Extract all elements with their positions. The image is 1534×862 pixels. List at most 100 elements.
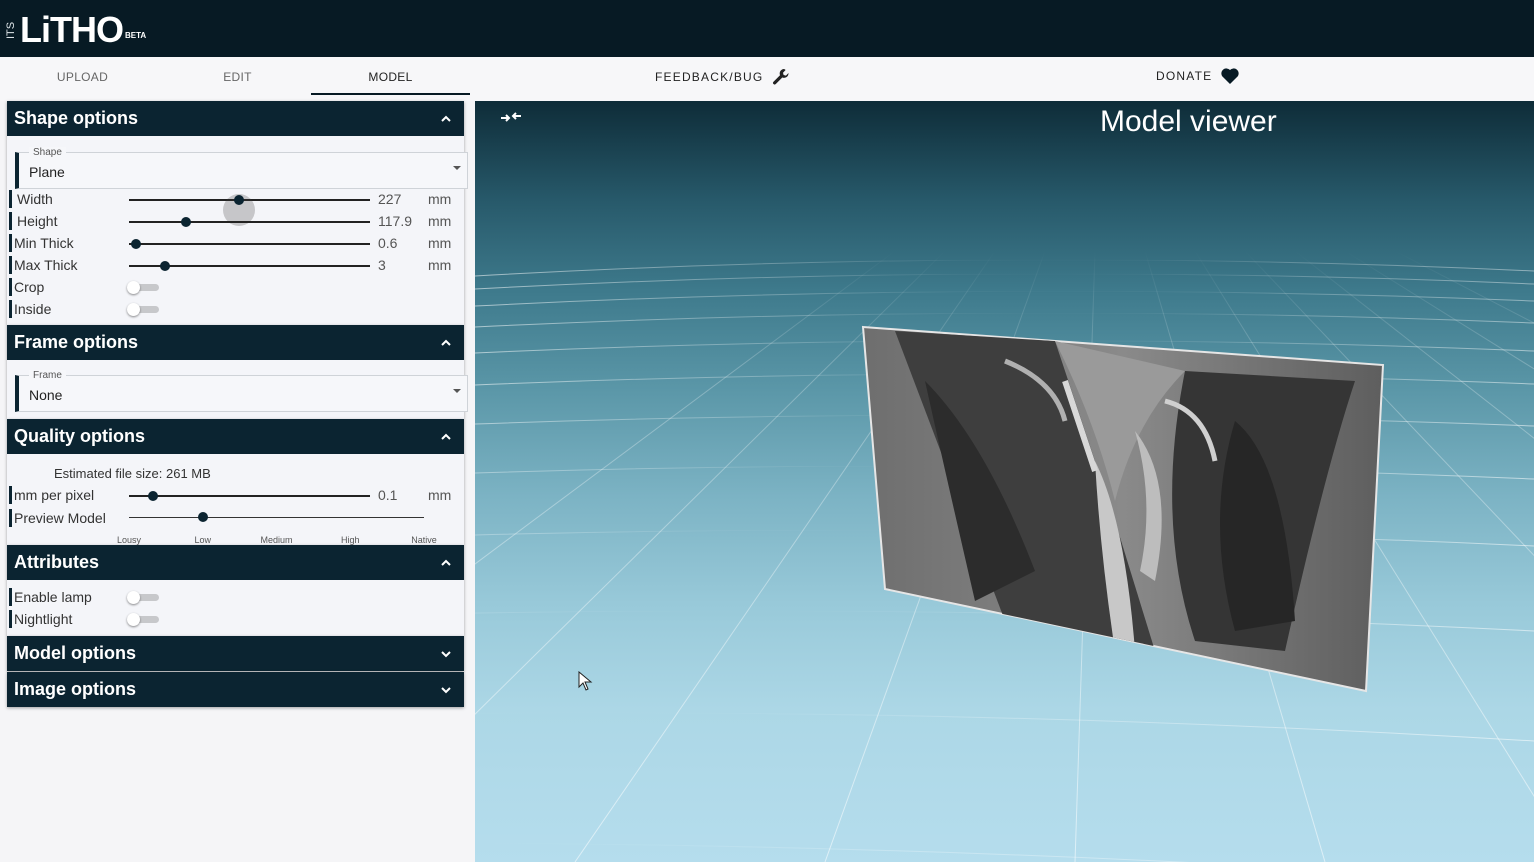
preview-model-slider-row: Preview Model Lousy Low Medium High Native — [7, 508, 464, 545]
feedback-label: FEEDBACK/BUG — [655, 70, 764, 84]
inside-toggle[interactable] — [127, 303, 159, 316]
min-thick-value: 0.6 — [378, 235, 398, 251]
logo-text: LiTHO — [20, 9, 124, 50]
max-thick-value: 3 — [378, 257, 386, 273]
row-accent — [9, 486, 12, 504]
row-accent — [9, 509, 12, 527]
mm-per-pixel-slider-thumb[interactable] — [148, 491, 159, 501]
mm-per-pixel-slider-row: mm per pixel 0.1 mm — [7, 485, 464, 507]
frame-select[interactable]: Frame None — [15, 370, 468, 412]
tab-model[interactable]: MODEL — [311, 57, 470, 95]
donate-link[interactable]: DONATE — [1156, 67, 1240, 85]
model-options-header[interactable]: Model options — [7, 636, 464, 671]
attributes-header[interactable]: Attributes — [7, 545, 464, 580]
chevron-down-icon[interactable] — [440, 672, 452, 721]
enable-lamp-toggle-row: Enable lamp — [7, 587, 464, 609]
quality-options-header[interactable]: Quality options — [7, 419, 464, 454]
quality-options-panel: Quality options Estimated file size: 261… — [7, 419, 464, 545]
chevron-down-icon — [453, 389, 461, 393]
crop-toggle-row: Crop — [7, 277, 464, 299]
image-options-header[interactable]: Image options — [7, 672, 464, 707]
model-viewer[interactable]: Model viewer — [475, 101, 1534, 862]
frame-options-header[interactable]: Frame options — [7, 325, 464, 360]
row-accent — [9, 234, 12, 252]
mouse-cursor-icon — [578, 670, 594, 698]
collapse-sidebar-icon[interactable] — [500, 109, 522, 130]
toggle-knob — [127, 613, 140, 626]
max-thick-slider-row: Max Thick 3 mm — [7, 255, 464, 277]
preview-model-tick-label: Medium — [260, 535, 293, 545]
row-accent — [9, 588, 12, 606]
width-slider-row: Width 227 mm — [7, 189, 464, 226]
shape-select[interactable]: Shape Plane — [15, 147, 468, 189]
width-slider-thumb[interactable] — [233, 195, 244, 205]
crop-label: Crop — [14, 279, 45, 295]
mm-per-pixel-unit: mm — [428, 487, 452, 503]
preview-model-tick-label: High — [340, 535, 360, 545]
frame-select-label: Frame — [29, 370, 66, 381]
nightlight-toggle[interactable] — [127, 613, 159, 626]
min-thick-slider-thumb[interactable] — [131, 239, 142, 249]
width-slider[interactable] — [129, 194, 370, 226]
height-label: Height — [17, 213, 58, 229]
shape-options-panel: Shape options Shape Plane Width 227 mm H… — [7, 101, 468, 325]
min-thick-slider[interactable] — [129, 239, 370, 249]
toggle-knob — [127, 591, 140, 604]
tab-bar: UPLOAD EDIT MODEL FEEDBACK/BUG DONATE — [0, 57, 1534, 101]
max-thick-unit: mm — [428, 257, 452, 273]
model-viewer-title: Model viewer — [1100, 105, 1277, 138]
height-unit: mm — [428, 213, 452, 229]
max-thick-slider-thumb[interactable] — [160, 261, 171, 271]
attributes-panel: Attributes Enable lamp Nightlight — [7, 545, 464, 636]
crop-toggle[interactable] — [127, 281, 159, 294]
min-thick-slider-row: Min Thick 0.6 mm — [7, 233, 464, 255]
frame-options-panel: Frame options Frame None — [7, 325, 468, 419]
shape-select-value: Plane — [29, 164, 65, 180]
chevron-up-icon[interactable] — [440, 419, 452, 468]
attributes-title: Attributes — [14, 552, 99, 572]
chevron-up-icon[interactable] — [440, 325, 452, 374]
height-slider[interactable] — [129, 217, 370, 227]
feedback-link[interactable]: FEEDBACK/BUG — [655, 67, 791, 87]
preview-model-tick-label: Low — [194, 535, 212, 545]
row-accent — [9, 300, 12, 318]
shape-options-header[interactable]: Shape options — [7, 101, 464, 136]
width-label: Width — [17, 191, 53, 207]
min-thick-unit: mm — [428, 235, 452, 251]
preview-model-label: Preview Model — [14, 510, 106, 526]
logo-badge: BETA — [124, 31, 147, 40]
height-value: 117.9 — [378, 213, 412, 229]
preview-model-slider[interactable] — [129, 512, 424, 522]
inside-toggle-row: Inside — [7, 299, 464, 321]
toggle-knob — [127, 303, 140, 316]
mm-per-pixel-slider[interactable] — [129, 491, 370, 501]
inside-label: Inside — [14, 301, 52, 317]
row-accent — [9, 610, 12, 628]
min-thick-label: Min Thick — [14, 235, 74, 251]
enable-lamp-toggle[interactable] — [127, 591, 159, 604]
row-accent — [9, 190, 12, 208]
lithophane-plane-model[interactable] — [855, 321, 1395, 701]
toggle-knob — [127, 281, 140, 294]
image-options-title: Image options — [14, 679, 137, 699]
tab-upload[interactable]: UPLOAD — [0, 57, 165, 93]
max-thick-slider[interactable] — [129, 261, 370, 271]
row-accent — [9, 278, 12, 296]
max-thick-label: Max Thick — [14, 257, 78, 273]
tab-edit[interactable]: EDIT — [155, 57, 320, 93]
preview-model-slider-thumb[interactable] — [197, 512, 208, 522]
width-value: 227 — [378, 191, 402, 207]
height-slider-thumb[interactable] — [180, 217, 191, 227]
estimated-file-size: Estimated file size: 261 MB — [54, 466, 211, 481]
enable-lamp-label: Enable lamp — [14, 589, 92, 605]
app-logo[interactable]: ITS LiTHO BETA — [4, 6, 146, 50]
row-accent — [9, 212, 12, 230]
mm-per-pixel-value: 0.1 — [378, 487, 398, 503]
shape-options-title: Shape options — [14, 108, 139, 128]
nightlight-toggle-row: Nightlight — [7, 609, 464, 631]
chevron-up-icon[interactable] — [440, 101, 452, 150]
preview-model-tick-label: Native — [411, 535, 437, 545]
donate-label: DONATE — [1156, 69, 1213, 83]
nightlight-label: Nightlight — [14, 611, 73, 627]
mm-per-pixel-label: mm per pixel — [14, 487, 95, 503]
